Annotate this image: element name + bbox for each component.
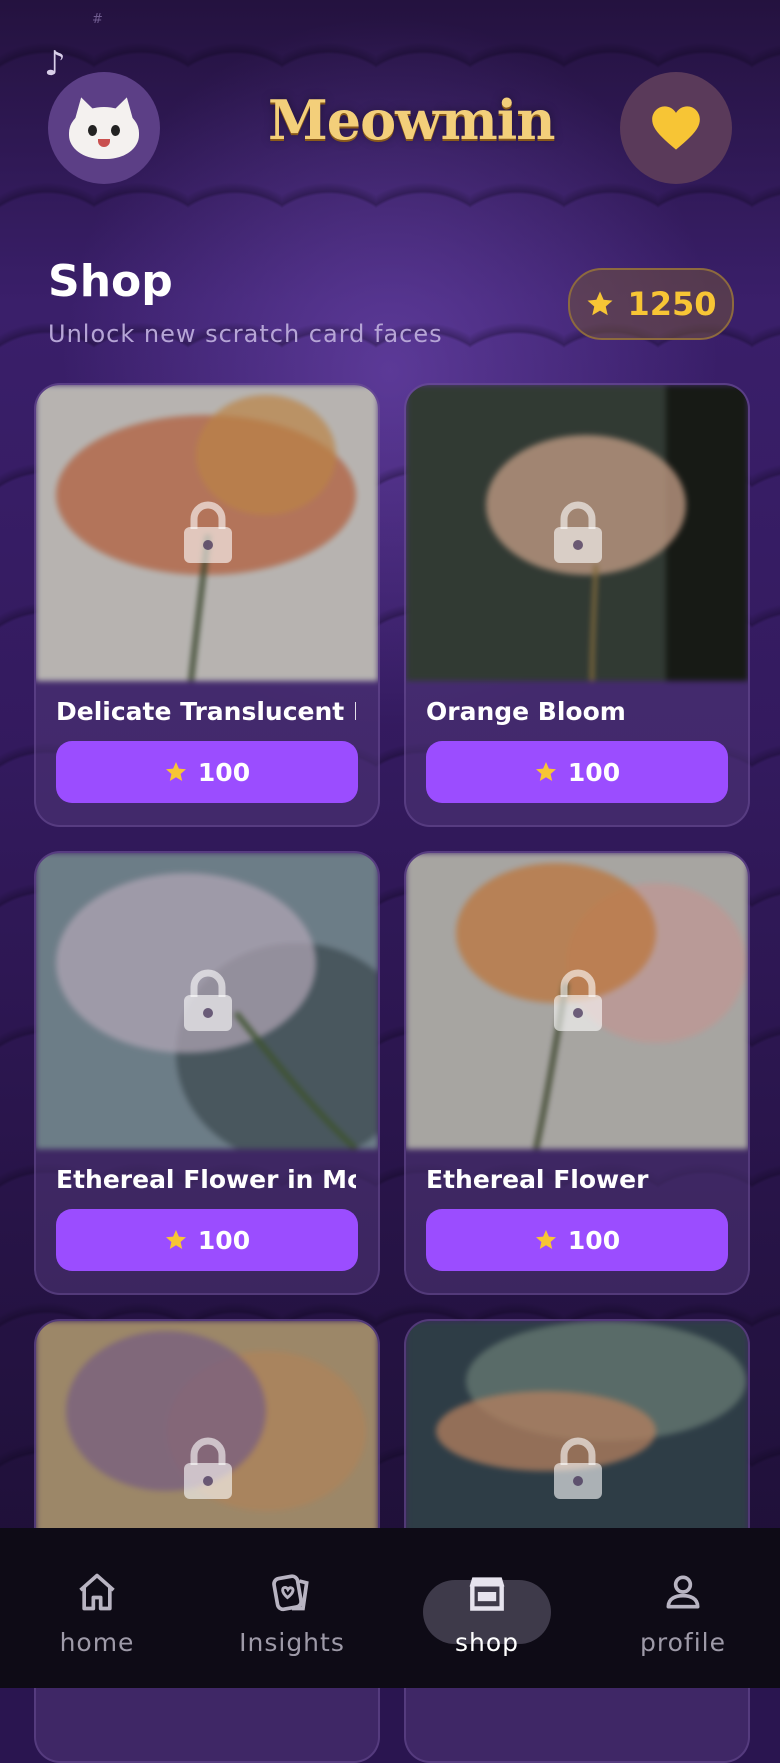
buy-button[interactable]: 100: [426, 741, 728, 803]
price-label: 100: [567, 1225, 621, 1255]
corner-mark: #: [92, 12, 103, 27]
lock-icon: [184, 969, 232, 1031]
price-label: 100: [197, 757, 251, 787]
price-label: 100: [567, 757, 621, 787]
price-label: 100: [197, 1225, 251, 1255]
nav-item-shop[interactable]: shop: [407, 1552, 567, 1672]
coin-balance-badge: 1250: [568, 268, 734, 340]
nav-label: profile: [640, 1628, 726, 1657]
lock-icon: [184, 1437, 232, 1499]
avatar-button[interactable]: [48, 72, 160, 184]
lock-icon: [184, 501, 232, 563]
insights-icon: [272, 1574, 309, 1612]
lock-icon: [554, 501, 602, 563]
favorites-button[interactable]: [620, 72, 732, 184]
heart-icon: [652, 106, 700, 150]
nav-item-home[interactable]: home: [17, 1552, 177, 1672]
star-icon: [535, 762, 556, 781]
card-title: Orange Bloom: [426, 697, 626, 726]
buy-button[interactable]: 100: [56, 741, 358, 803]
music-note-icon[interactable]: ♪: [44, 44, 66, 84]
shop-card[interactable]: Ethereal Flower 100: [404, 851, 750, 1295]
card-title: Ethereal Flower: [426, 1165, 649, 1194]
page-title: Shop: [48, 256, 173, 307]
star-icon: [165, 1230, 186, 1249]
nav-item-profile[interactable]: profile: [603, 1552, 763, 1672]
card-title: Delicate Translucent F...: [56, 697, 356, 726]
nav-label: Insights: [239, 1628, 345, 1657]
shop-card[interactable]: Ethereal Flower in Mot... 100: [34, 851, 380, 1295]
lock-icon: [554, 969, 602, 1031]
buy-button[interactable]: 100: [426, 1209, 728, 1271]
cat-avatar-icon: [68, 94, 140, 159]
nav-label: shop: [454, 1628, 520, 1657]
shop-card[interactable]: Delicate Translucent F... 100: [34, 383, 380, 827]
nav-label: home: [59, 1628, 135, 1657]
store-icon: [469, 1577, 505, 1611]
star-icon: [587, 291, 613, 316]
star-icon: [535, 1230, 556, 1249]
page-subtitle: Unlock new scratch card faces: [48, 320, 443, 348]
buy-button[interactable]: 100: [56, 1209, 358, 1271]
app-logo: Meowmin: [268, 88, 556, 152]
shop-card[interactable]: Orange Bloom 100: [404, 383, 750, 827]
star-icon: [165, 762, 186, 781]
nav-item-insights[interactable]: Insights: [212, 1552, 372, 1672]
balance-value: 1250: [627, 285, 717, 323]
card-title: Ethereal Flower in Mot...: [56, 1165, 356, 1194]
person-icon: [666, 1575, 700, 1609]
bottom-nav: home Insights shop profile: [0, 1528, 780, 1688]
lock-icon: [554, 1437, 602, 1499]
home-icon: [79, 1573, 115, 1611]
